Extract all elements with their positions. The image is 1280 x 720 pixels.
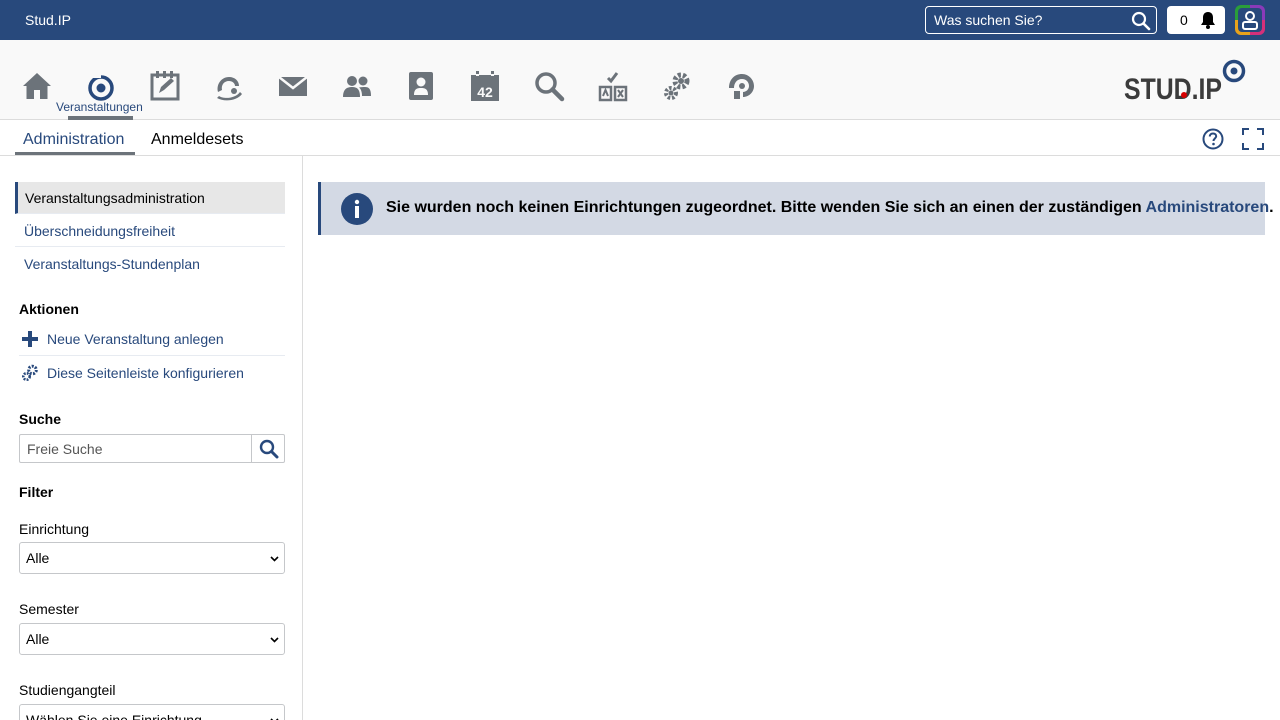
global-search-input[interactable] — [926, 7, 1126, 33]
chevron-down-icon — [270, 718, 279, 720]
new-course-label: Neue Veranstaltung anlegen — [47, 331, 224, 347]
mail-icon — [278, 76, 308, 96]
chevron-down-icon — [270, 637, 279, 643]
sidebar-item-stundenplan[interactable]: Veranstaltungs-Stundenplan — [15, 248, 285, 280]
info-message-body: Sie wurden noch keinen Einrichtungen zug… — [386, 199, 1146, 216]
sub-navigation-tabs: Administration Anmeldesets — [0, 121, 1280, 156]
svg-text:42: 42 — [477, 84, 493, 100]
sidebar: Veranstaltungsadministration Überschneid… — [0, 156, 303, 720]
user-avatar[interactable] — [1235, 5, 1265, 35]
filter-heading: Filter — [19, 484, 54, 500]
sidebar-search — [19, 434, 285, 463]
notification-count: 0 — [1180, 12, 1188, 28]
search-heading: Suche — [19, 411, 62, 427]
filter-label-studiengangteil: Studiengangteil — [19, 682, 116, 698]
filter-select-einrichtung[interactable]: Alle — [19, 542, 285, 574]
sidebar-search-input[interactable] — [20, 435, 252, 462]
community-people-icon — [343, 76, 371, 97]
resources-icon — [729, 74, 754, 99]
chevron-down-icon — [270, 556, 279, 562]
info-message-suffix: . — [1269, 199, 1274, 216]
notifications-button[interactable]: 0 — [1167, 6, 1225, 34]
tab-active-indicator — [15, 152, 135, 155]
gears-icon — [21, 364, 38, 382]
configure-sidebar-label: Diese Seitenleiste konfigurieren — [47, 365, 244, 381]
nav-admin[interactable] — [657, 66, 697, 106]
nav-schedule[interactable]: 42 — [465, 66, 505, 106]
logo-dot — [1181, 92, 1187, 98]
brand-name[interactable]: Stud.IP — [25, 12, 71, 28]
home-icon — [23, 73, 51, 99]
info-message: Sie wurden noch keinen Einrichtungen zug… — [318, 182, 1274, 235]
filter-value-studiengangteil: Wählen Sie eine Einrichtung — [26, 712, 202, 720]
filter-value-semester: Alle — [26, 631, 50, 647]
top-bar: Stud.IP 0 — [0, 0, 1280, 40]
nav-search[interactable] — [529, 66, 569, 106]
new-course-action[interactable]: Neue Veranstaltung anlegen — [19, 322, 285, 356]
nav-profile[interactable] — [401, 66, 441, 106]
administrators-link[interactable]: Administratoren — [1146, 199, 1270, 216]
studies-icon — [150, 71, 180, 101]
seminar-icon — [87, 74, 114, 101]
search-icon[interactable] — [259, 439, 279, 459]
nav-messages[interactable] — [273, 66, 313, 106]
nav-community[interactable] — [209, 66, 249, 106]
nav-active-label[interactable]: Veranstaltungen — [56, 100, 143, 114]
nav-resources[interactable] — [721, 66, 761, 106]
schedule-icon: 42 — [471, 71, 499, 101]
profile-icon — [409, 72, 433, 100]
nav-tools[interactable] — [593, 66, 633, 106]
configure-sidebar-action[interactable]: Diese Seitenleiste konfigurieren — [19, 356, 285, 390]
admin-icon — [664, 72, 690, 100]
nav-home[interactable] — [17, 66, 57, 106]
filter-value-einrichtung: Alle — [26, 550, 50, 566]
info-icon — [341, 193, 373, 225]
logo-text: STUD.IP — [1124, 73, 1222, 106]
info-message-text: Sie wurden noch keinen Einrichtungen zug… — [386, 199, 1274, 217]
global-search[interactable] — [925, 6, 1157, 34]
nav-studies[interactable] — [145, 66, 185, 106]
search-icon[interactable] — [1131, 11, 1151, 31]
fullscreen-icon[interactable] — [1241, 127, 1265, 151]
main-navigation: 42 Veranstaltungen STUD.IP — [0, 40, 1280, 120]
sidebar-item-ueberschneidungsfreiheit[interactable]: Überschneidungsfreiheit — [15, 215, 285, 247]
tools-icon — [598, 72, 628, 102]
nav-active-indicator — [68, 116, 133, 120]
filter-select-semester[interactable]: Alle — [19, 623, 285, 655]
nav-contacts[interactable] — [337, 66, 377, 106]
sidebar-item-veranstaltungsadministration[interactable]: Veranstaltungsadministration — [15, 182, 285, 214]
studip-logo[interactable]: STUD.IP — [1124, 57, 1248, 107]
plus-icon — [22, 331, 38, 347]
bell-icon — [1201, 12, 1215, 29]
filter-label-einrichtung: Einrichtung — [19, 521, 90, 537]
help-icon[interactable] — [1202, 128, 1224, 150]
tab-administration[interactable]: Administration — [23, 131, 124, 149]
avatar-icon — [1235, 5, 1265, 35]
actions-heading: Aktionen — [19, 301, 79, 317]
community-icon — [217, 77, 242, 101]
filter-select-studiengangteil[interactable]: Wählen Sie eine Einrichtung — [19, 704, 285, 720]
tab-anmeldesets[interactable]: Anmeldesets — [151, 131, 244, 149]
search-icon — [535, 72, 565, 102]
filter-label-semester: Semester — [19, 601, 79, 617]
